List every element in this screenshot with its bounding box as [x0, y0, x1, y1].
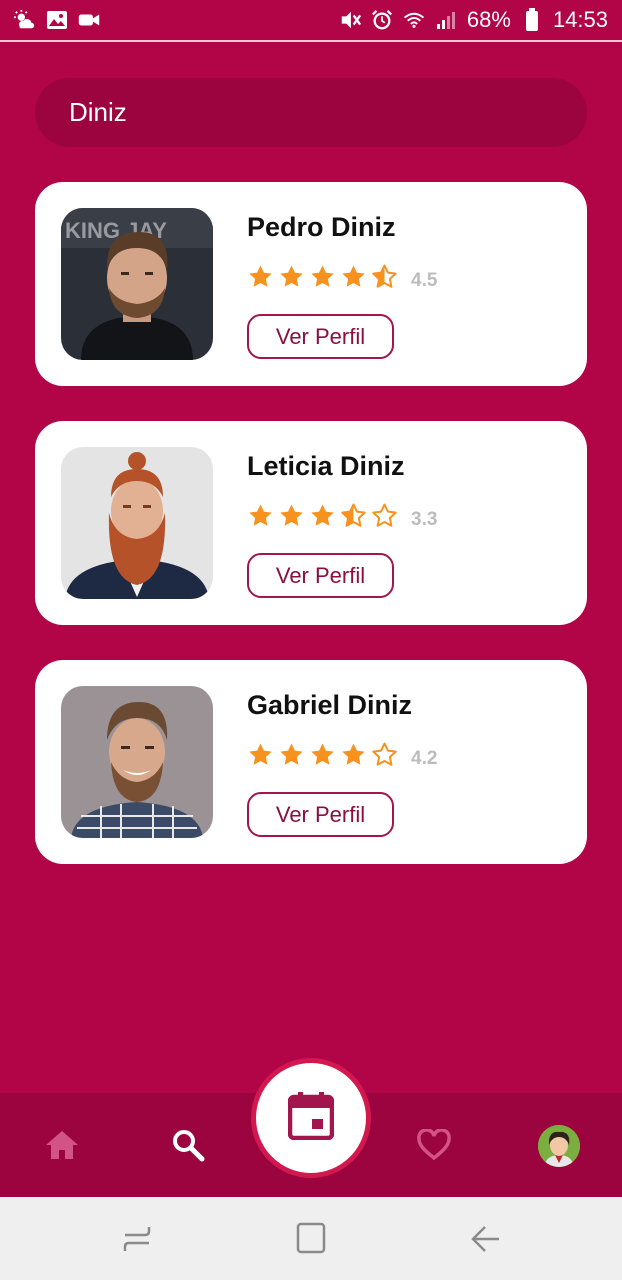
star-full-icon	[280, 504, 303, 526]
view-profile-button[interactable]: Ver Perfil	[247, 553, 394, 598]
profile-avatar[interactable]	[538, 1125, 580, 1167]
home-button-icon[interactable]	[292, 1219, 330, 1257]
image-icon	[46, 9, 68, 31]
star-full-icon	[342, 265, 365, 287]
star-full-icon	[280, 743, 303, 765]
search-input[interactable]	[35, 78, 587, 147]
clock: 14:53	[552, 7, 608, 32]
result-card: Leticia Diniz 3.3 Ver Perfil	[35, 421, 587, 625]
star-full-icon	[311, 743, 334, 765]
status-bar: 68% 14:53	[0, 0, 622, 42]
weather-icon	[14, 9, 36, 31]
home-icon[interactable]	[40, 1123, 84, 1167]
profile-photo: KING JAY	[61, 208, 213, 360]
view-profile-button[interactable]: Ver Perfil	[247, 314, 394, 359]
result-name: Pedro Diniz	[247, 212, 396, 242]
result-name: Leticia Diniz	[247, 451, 405, 481]
recent-apps-icon[interactable]	[118, 1221, 156, 1257]
profile-photo	[61, 686, 213, 838]
system-nav-bar	[0, 1197, 622, 1280]
star-empty-icon	[372, 742, 397, 766]
search-icon[interactable]	[166, 1123, 210, 1167]
rating-stars	[247, 264, 398, 289]
rating-stars	[247, 503, 398, 528]
rating-value: 4.2	[411, 748, 438, 769]
mute-icon	[339, 9, 361, 31]
calendar-button[interactable]	[251, 1058, 371, 1178]
star-half-icon	[341, 503, 366, 527]
star-full-icon	[249, 743, 272, 765]
star-empty-icon	[372, 503, 397, 527]
view-profile-button[interactable]: Ver Perfil	[247, 792, 394, 837]
status-right: 68% 14:53	[339, 7, 608, 33]
alarm-icon	[371, 9, 393, 31]
wifi-icon	[403, 9, 425, 31]
profile-photo	[61, 447, 213, 599]
video-icon	[78, 9, 100, 31]
result-card: KING JAY Pedro Diniz 4.5 Ver Perfil	[35, 182, 587, 386]
star-full-icon	[311, 504, 334, 526]
star-full-icon	[249, 504, 272, 526]
battery-icon	[521, 8, 543, 31]
star-full-icon	[249, 265, 272, 287]
star-full-icon	[342, 743, 365, 765]
star-full-icon	[311, 265, 334, 287]
back-icon[interactable]	[466, 1221, 504, 1257]
signal-icon	[435, 9, 457, 31]
rating-value: 4.5	[411, 270, 438, 291]
star-full-icon	[280, 265, 303, 287]
result-name: Gabriel Diniz	[247, 690, 413, 720]
star-half-icon	[372, 264, 397, 288]
heart-icon[interactable]	[412, 1123, 456, 1167]
calendar-icon	[287, 1091, 335, 1145]
battery-percent: 68%	[466, 7, 511, 32]
rating-stars	[247, 742, 398, 767]
status-left	[14, 9, 100, 31]
result-card: Gabriel Diniz 4.2 Ver Perfil	[35, 660, 587, 864]
rating-value: 3.3	[411, 509, 438, 530]
